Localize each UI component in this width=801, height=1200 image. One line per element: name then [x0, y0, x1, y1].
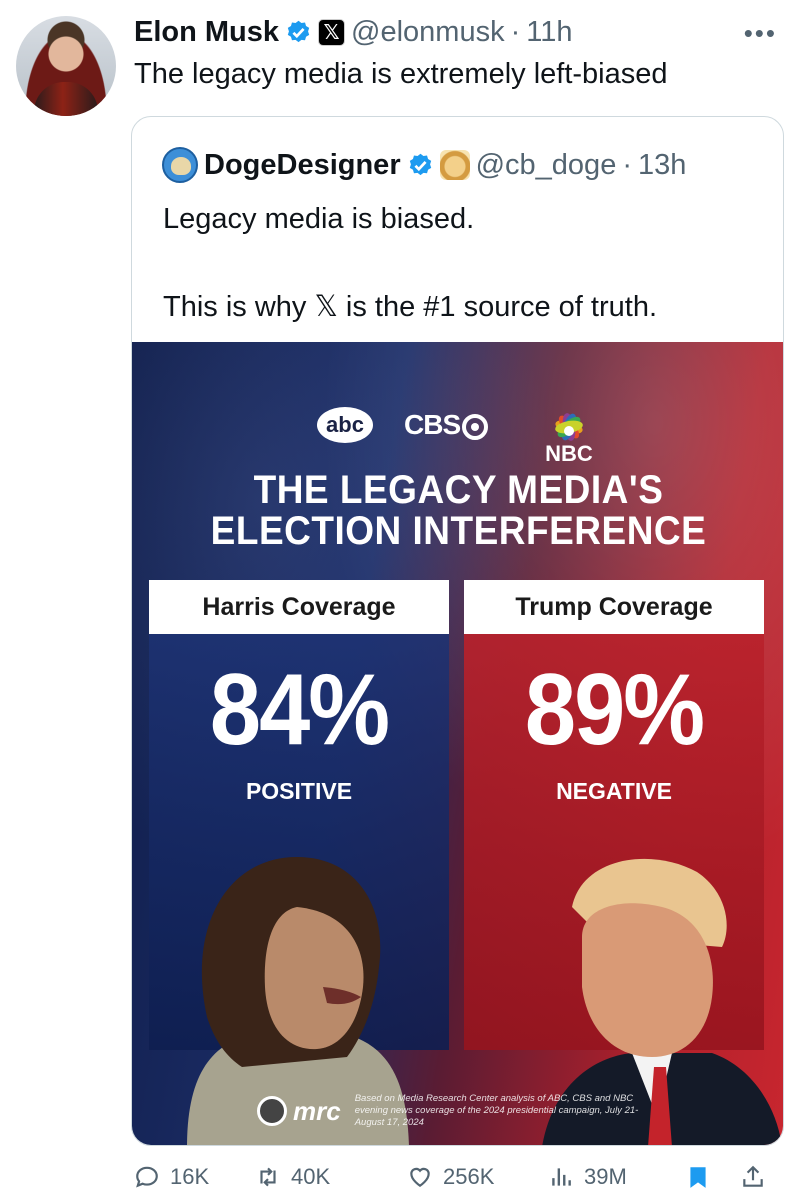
verified-badge-icon[interactable] — [285, 19, 312, 46]
views-chart-icon — [552, 1168, 571, 1186]
retweet-icon — [260, 1167, 276, 1187]
avatar-suit — [34, 82, 98, 116]
author-handle[interactable]: @elonmusk — [351, 16, 505, 49]
heart-icon — [410, 1167, 430, 1187]
trump-coverage-caption: NEGATIVE — [556, 778, 672, 804]
retweet-button[interactable]: 40K — [255, 1164, 330, 1190]
harris-coverage-caption: POSITIVE — [245, 778, 353, 804]
reply-button[interactable]: 16K — [134, 1164, 209, 1190]
cbs-eye-icon — [462, 413, 489, 440]
nbc-logo: NBC — [537, 397, 601, 467]
views-button[interactable]: 39M — [548, 1164, 627, 1190]
harris-coverage-value: 84% — [209, 653, 390, 767]
quoted-text-line1: Legacy media is biased. — [163, 203, 475, 235]
quoted-meta-separator: · — [622, 148, 632, 181]
tweet-time[interactable]: 11h — [526, 16, 572, 49]
mrc-source: mrc Based on Media Research Center analy… — [257, 1093, 655, 1129]
quoted-avatar[interactable] — [162, 147, 198, 183]
quoted-image[interactable]: abc CBS NBC THE LEGACY MEDIA'S ELECTION … — [132, 342, 783, 1145]
cbs-logo: CBS — [404, 409, 489, 441]
mrc-source-note: Based on Media Research Center analysis … — [354, 1093, 639, 1128]
tweet-header: Elon Musk 𝕏 @elonmusk · 11h — [134, 12, 572, 52]
quoted-tweet[interactable]: DogeDesigner @cb_doge · 13h Legacy media… — [131, 116, 784, 1146]
tweet-text: The legacy media is extremely left-biase… — [134, 58, 668, 90]
graphic-headline-line1: THE LEGACY MEDIA'S — [253, 467, 664, 512]
abc-logo: abc — [317, 407, 373, 443]
like-count: 256K — [443, 1164, 495, 1189]
trump-coverage-label: Trump Coverage — [464, 580, 764, 634]
graphic-headline-line2: ELECTION INTERFERENCE — [210, 508, 707, 553]
author-avatar[interactable] — [16, 16, 116, 116]
tweet-action-bar: 16K 40K 256K 39M — [0, 1160, 801, 1200]
network-logos: abc CBS NBC — [132, 397, 783, 467]
mrc-seal-icon — [257, 1096, 287, 1126]
quoted-author-name[interactable]: DogeDesigner — [204, 149, 401, 182]
bookmark-icon — [690, 1167, 706, 1188]
nbc-peacock-icon — [555, 413, 583, 441]
quoted-text-line2: This is why 𝕏 is the #1 source of truth. — [163, 291, 658, 323]
nbc-logo-text: NBC — [545, 441, 593, 466]
more-horizontal-icon[interactable]: ••• — [744, 18, 777, 49]
like-button[interactable]: 256K — [407, 1164, 494, 1190]
quoted-time[interactable]: 13h — [638, 149, 686, 182]
mrc-logo: mrc — [293, 1095, 341, 1126]
reply-icon — [136, 1166, 158, 1188]
quoted-header: DogeDesigner @cb_doge · 13h — [162, 145, 686, 185]
share-button[interactable] — [740, 1164, 766, 1190]
retweet-count: 40K — [291, 1164, 331, 1189]
doge-affiliate-badge-icon[interactable] — [439, 150, 470, 180]
author-name[interactable]: Elon Musk — [134, 16, 279, 49]
reply-count: 16K — [170, 1164, 210, 1189]
harris-coverage-label: Harris Coverage — [149, 580, 449, 634]
quoted-handle[interactable]: @cb_doge — [476, 149, 617, 182]
cbs-logo-text: CBS — [404, 409, 461, 440]
meta-separator: · — [510, 15, 521, 48]
quoted-verified-badge-icon[interactable] — [407, 152, 434, 179]
x-affiliate-badge-icon[interactable]: 𝕏 — [318, 18, 346, 46]
bookmark-button[interactable] — [685, 1164, 711, 1190]
views-count: 39M — [584, 1164, 627, 1189]
share-icon — [743, 1165, 763, 1187]
trump-coverage-value: 89% — [524, 653, 705, 767]
